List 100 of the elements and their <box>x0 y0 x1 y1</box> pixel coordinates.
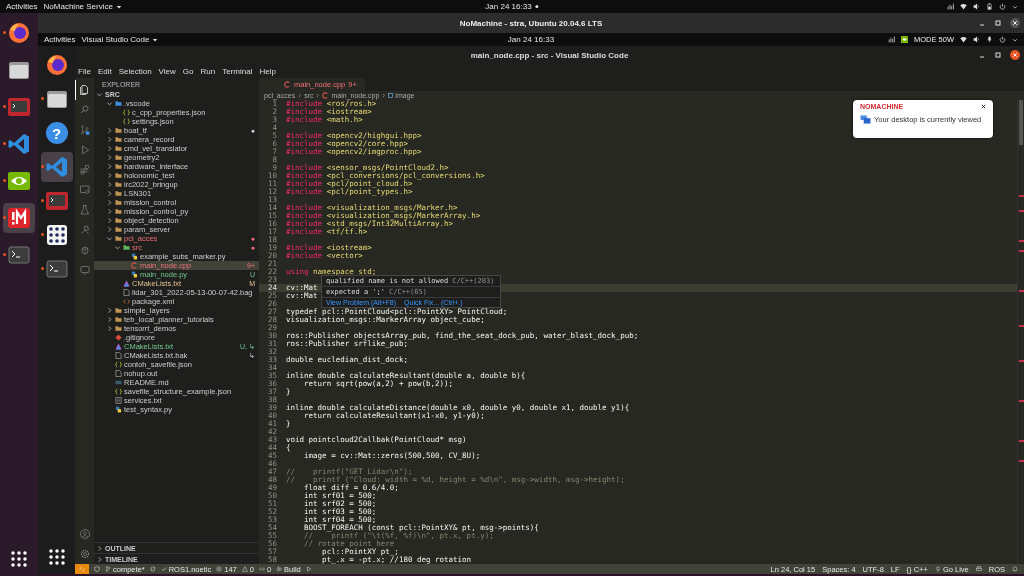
menu-item[interactable]: Go <box>182 66 194 76</box>
shield-icon <box>94 566 100 572</box>
browser-icon[interactable] <box>7 21 31 45</box>
remote-desktop-icon[interactable] <box>7 206 31 230</box>
caret-icon[interactable] <box>1012 3 1018 10</box>
menu-item[interactable]: Selection <box>118 66 152 76</box>
app-menu[interactable]: NoMachine Service <box>43 2 113 11</box>
diamond-icon <box>115 334 122 341</box>
close-icon[interactable] <box>1010 50 1020 60</box>
braces-icon <box>123 118 130 125</box>
window-title: main_node.cpp - src - Visual Studio Code <box>470 50 629 60</box>
chevron-icon[interactable] <box>106 235 113 242</box>
chevron-icon[interactable] <box>114 244 121 251</box>
grid-icon[interactable] <box>44 223 69 247</box>
caret-icon <box>115 3 122 10</box>
app-grid-icon[interactable] <box>10 550 28 568</box>
menu-item[interactable]: File <box>78 66 91 76</box>
window-title: NoMachine - stra, Ubuntu 20.04.6 LTS <box>459 18 603 28</box>
app-grid-icon[interactable] <box>47 548 66 566</box>
snake-icon <box>131 253 138 260</box>
cube-icon <box>388 93 394 98</box>
chevron-icon[interactable] <box>106 190 113 197</box>
running-indicator <box>40 233 44 236</box>
close-icon[interactable] <box>1010 18 1020 28</box>
lines-file-icon <box>115 397 122 404</box>
notification-dot <box>535 5 539 8</box>
terminal-icon[interactable] <box>7 243 31 267</box>
running-indicator <box>3 253 6 256</box>
running-indicator <box>40 199 44 202</box>
clock[interactable]: Jan 24 16:33 <box>507 35 555 44</box>
close-icon[interactable] <box>981 104 986 109</box>
play-icon <box>305 566 312 572</box>
chevron-icon[interactable] <box>106 208 113 215</box>
menu-item[interactable]: Run <box>200 66 216 76</box>
menu-item[interactable]: Edit <box>97 66 112 76</box>
chevron-icon <box>381 93 387 98</box>
chevron-icon[interactable] <box>106 172 113 179</box>
volume-icon[interactable] <box>973 3 980 10</box>
scrollbar[interactable] <box>1017 100 1024 564</box>
caret-icon <box>152 36 159 43</box>
menu-item[interactable]: Help <box>259 66 276 76</box>
chevron-icon[interactable] <box>106 136 113 143</box>
activities-button[interactable]: Activities <box>44 35 76 44</box>
chevron-icon[interactable] <box>106 307 113 314</box>
terminal-icon[interactable] <box>7 95 31 119</box>
chevron-icon[interactable] <box>106 163 113 170</box>
gear-icon <box>276 566 283 572</box>
battery-icon[interactable] <box>986 3 993 10</box>
snake-icon <box>131 271 138 278</box>
chevron-icon[interactable] <box>96 555 103 563</box>
terminal-icon[interactable] <box>44 257 69 281</box>
code-editor-icon[interactable] <box>7 132 31 156</box>
volume-icon[interactable] <box>973 36 980 43</box>
chevron-icon[interactable] <box>106 325 113 332</box>
maximize-icon[interactable] <box>994 19 1002 27</box>
power-icon[interactable] <box>999 36 1006 43</box>
running-indicator <box>3 105 6 108</box>
branch-icon <box>105 566 111 572</box>
clock[interactable]: Jan 24 16:33 <box>485 2 532 11</box>
antenna-icon <box>258 566 265 572</box>
remote-icon <box>79 566 85 572</box>
chevron-icon[interactable] <box>106 226 113 233</box>
chevron-icon[interactable] <box>106 154 113 161</box>
sync-icon <box>149 566 156 572</box>
triangle-icon <box>123 280 130 287</box>
chevron-icon[interactable] <box>106 100 113 107</box>
activities-button[interactable]: Activities <box>6 2 38 11</box>
network-icon[interactable] <box>888 36 895 43</box>
file-icon <box>115 352 122 359</box>
chevron-icon[interactable] <box>106 199 113 206</box>
code-editor-icon[interactable] <box>44 155 69 179</box>
braces-icon <box>115 388 122 395</box>
bell-icon <box>1012 566 1018 572</box>
chevron-icon[interactable] <box>96 91 103 98</box>
menu-item[interactable]: Terminal <box>222 66 253 76</box>
wifi-icon[interactable] <box>960 36 967 43</box>
chevron-icon[interactable] <box>106 145 113 152</box>
chevron-icon <box>297 93 303 98</box>
menu-item[interactable]: View <box>158 66 176 76</box>
chevron-icon[interactable] <box>106 127 113 134</box>
terminal-icon[interactable] <box>44 189 69 213</box>
running-indicator <box>40 165 44 168</box>
running-indicator <box>3 142 6 145</box>
power-icon[interactable] <box>999 3 1006 10</box>
wifi-icon[interactable] <box>960 3 967 10</box>
caret-icon[interactable] <box>1012 36 1018 43</box>
chevron-icon[interactable] <box>106 316 113 323</box>
maximize-icon[interactable] <box>994 51 1002 59</box>
braces-icon <box>115 361 122 368</box>
running-indicator <box>40 97 44 100</box>
browser-icon[interactable] <box>44 53 69 77</box>
chevron-icon[interactable] <box>96 544 103 552</box>
chevron-icon[interactable] <box>106 217 113 224</box>
app-menu[interactable]: Visual Studio Code <box>81 35 150 44</box>
microphone-icon[interactable] <box>986 36 993 43</box>
eye-logo-icon[interactable] <box>7 169 31 193</box>
running-indicator <box>3 179 6 182</box>
chevron-icon[interactable] <box>106 181 113 188</box>
network-icon[interactable] <box>947 3 954 10</box>
check-icon <box>160 566 167 572</box>
